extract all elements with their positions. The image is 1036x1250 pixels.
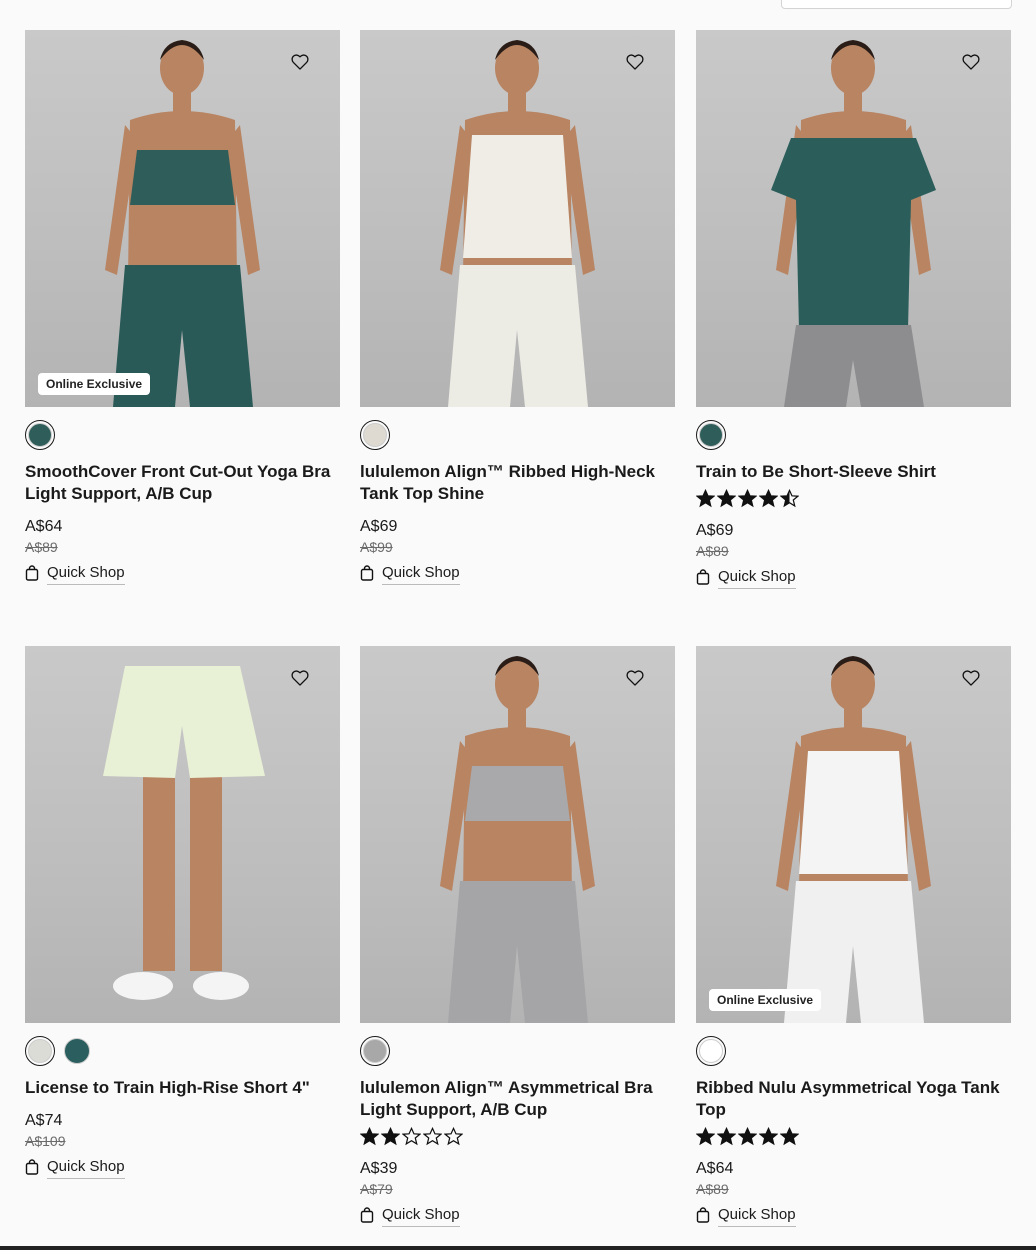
color-swatch[interactable] (696, 1036, 726, 1066)
original-price: A$99 (360, 539, 393, 555)
rating-stars (695, 1126, 1011, 1147)
shopping-bag-icon (360, 1206, 374, 1227)
product-image[interactable] (25, 646, 340, 1023)
color-swatches (360, 420, 675, 450)
rating-stars (359, 1126, 675, 1147)
wishlist-heart-icon[interactable] (625, 668, 645, 688)
product-name[interactable]: License to Train High-Rise Short 4" (25, 1077, 340, 1099)
color-swatch[interactable] (360, 420, 390, 450)
original-price: A$89 (696, 543, 729, 559)
wishlist-heart-icon[interactable] (625, 52, 645, 72)
product-image[interactable]: Online Exclusive (696, 646, 1011, 1023)
quick-shop-label: Quick Shop (718, 568, 796, 589)
quick-shop-label: Quick Shop (718, 1206, 796, 1227)
original-price: A$79 (360, 1181, 393, 1197)
product-name-line-1: Train to Be Short-Sleeve Shirt (696, 462, 936, 481)
star-icon (758, 1126, 779, 1147)
product-name-line-1: License to Train High-Rise Short 4" (25, 1078, 310, 1097)
sale-price: A$69 (360, 518, 398, 535)
shopping-bag-icon (696, 1206, 710, 1227)
quick-shop-label: Quick Shop (47, 1158, 125, 1179)
quick-shop-label: Quick Shop (47, 564, 125, 585)
online-exclusive-badge: Online Exclusive (38, 373, 151, 395)
star-icon (695, 488, 716, 509)
star-icon (695, 1126, 716, 1147)
product-name[interactable]: lululemon Align™ Asymmetrical Bra Light S… (360, 1077, 675, 1121)
product-card[interactable]: Train to Be Short-Sleeve Shirt A$69 A$89 Qu… (695, 30, 1011, 590)
sort-dropdown[interactable] (781, 0, 1012, 9)
color-swatches (25, 420, 340, 450)
sale-price: A$64 (25, 518, 63, 535)
quick-shop-label: Quick Shop (382, 564, 460, 585)
sale-price: A$39 (360, 1160, 398, 1177)
color-swatch[interactable] (25, 1036, 55, 1066)
star-icon (758, 488, 779, 509)
product-card[interactable]: Online Exclusive SmoothCover Front Cut-Ou… (25, 30, 340, 586)
product-card[interactable]: License to Train High-Rise Short 4" A$74 A… (25, 646, 340, 1180)
quick-shop-label: Quick Shop (382, 1206, 460, 1227)
color-swatches (696, 1036, 1011, 1066)
product-name-line-2: Light Support, A/B Cup (25, 484, 213, 503)
wishlist-heart-icon[interactable] (290, 52, 310, 72)
wishlist-heart-icon[interactable] (290, 668, 310, 688)
product-name-line-1: lululemon Align™ Ribbed High-Neck (360, 462, 655, 481)
product-name[interactable]: Train to Be Short-Sleeve Shirt (696, 461, 1011, 483)
quick-shop-button[interactable]: Quick Shop (25, 564, 125, 585)
product-name-line-1: Ribbed Nulu Asymmetrical Yoga Tank (696, 1078, 1000, 1097)
sale-price: A$69 (696, 522, 734, 539)
page-bottom-edge (0, 1246, 1036, 1250)
sale-price: A$74 (25, 1112, 63, 1129)
online-exclusive-badge: Online Exclusive (709, 989, 822, 1011)
quick-shop-button[interactable]: Quick Shop (696, 1206, 796, 1227)
wishlist-heart-icon[interactable] (961, 52, 981, 72)
original-price: A$109 (25, 1133, 66, 1149)
color-swatch[interactable] (360, 1036, 390, 1066)
product-card[interactable]: lululemon Align™ Ribbed High-Neck Tank To… (360, 30, 675, 586)
product-card[interactable]: Online Exclusive Ribbed Nulu Asymmetrical… (695, 646, 1011, 1228)
star-icon (716, 1126, 737, 1147)
product-name[interactable]: Ribbed Nulu Asymmetrical Yoga Tank Top (696, 1077, 1011, 1121)
product-name-line-2: Light Support, A/B Cup (360, 1100, 548, 1119)
product-image[interactable]: Online Exclusive (25, 30, 340, 407)
star-icon (779, 488, 800, 509)
shopping-bag-icon (25, 1158, 39, 1179)
star-icon (443, 1126, 464, 1147)
star-icon (422, 1126, 443, 1147)
rating-stars (695, 488, 1011, 509)
product-name-line-1: SmoothCover Front Cut-Out Yoga Bra (25, 462, 331, 481)
color-swatches (25, 1036, 340, 1066)
star-icon (737, 1126, 758, 1147)
wishlist-heart-icon[interactable] (961, 668, 981, 688)
star-icon (359, 1126, 380, 1147)
star-icon (779, 1126, 800, 1147)
star-icon (380, 1126, 401, 1147)
shopping-bag-icon (25, 564, 39, 585)
product-image[interactable] (360, 646, 675, 1023)
color-swatches (696, 420, 1011, 450)
product-name-line-1: lululemon Align™ Asymmetrical Bra (360, 1078, 653, 1097)
star-icon (401, 1126, 422, 1147)
color-swatch[interactable] (64, 1038, 90, 1064)
quick-shop-button[interactable]: Quick Shop (25, 1158, 125, 1179)
color-swatches (360, 1036, 675, 1066)
product-name-line-2: Top (696, 1100, 726, 1119)
original-price: A$89 (25, 539, 58, 555)
quick-shop-button[interactable]: Quick Shop (696, 568, 796, 589)
shopping-bag-icon (696, 568, 710, 589)
product-name[interactable]: SmoothCover Front Cut-Out Yoga Bra Light … (25, 461, 340, 505)
color-swatch[interactable] (696, 420, 726, 450)
product-image[interactable] (360, 30, 675, 407)
sale-price: A$64 (696, 1160, 734, 1177)
star-icon (737, 488, 758, 509)
shopping-bag-icon (360, 564, 374, 585)
product-name[interactable]: lululemon Align™ Ribbed High-Neck Tank To… (360, 461, 675, 505)
star-icon (716, 488, 737, 509)
quick-shop-button[interactable]: Quick Shop (360, 1206, 460, 1227)
color-swatch[interactable] (25, 420, 55, 450)
product-card[interactable]: lululemon Align™ Asymmetrical Bra Light S… (359, 646, 675, 1228)
product-image[interactable] (696, 30, 1011, 407)
quick-shop-button[interactable]: Quick Shop (360, 564, 460, 585)
product-name-line-2: Tank Top Shine (360, 484, 485, 503)
original-price: A$89 (696, 1181, 729, 1197)
